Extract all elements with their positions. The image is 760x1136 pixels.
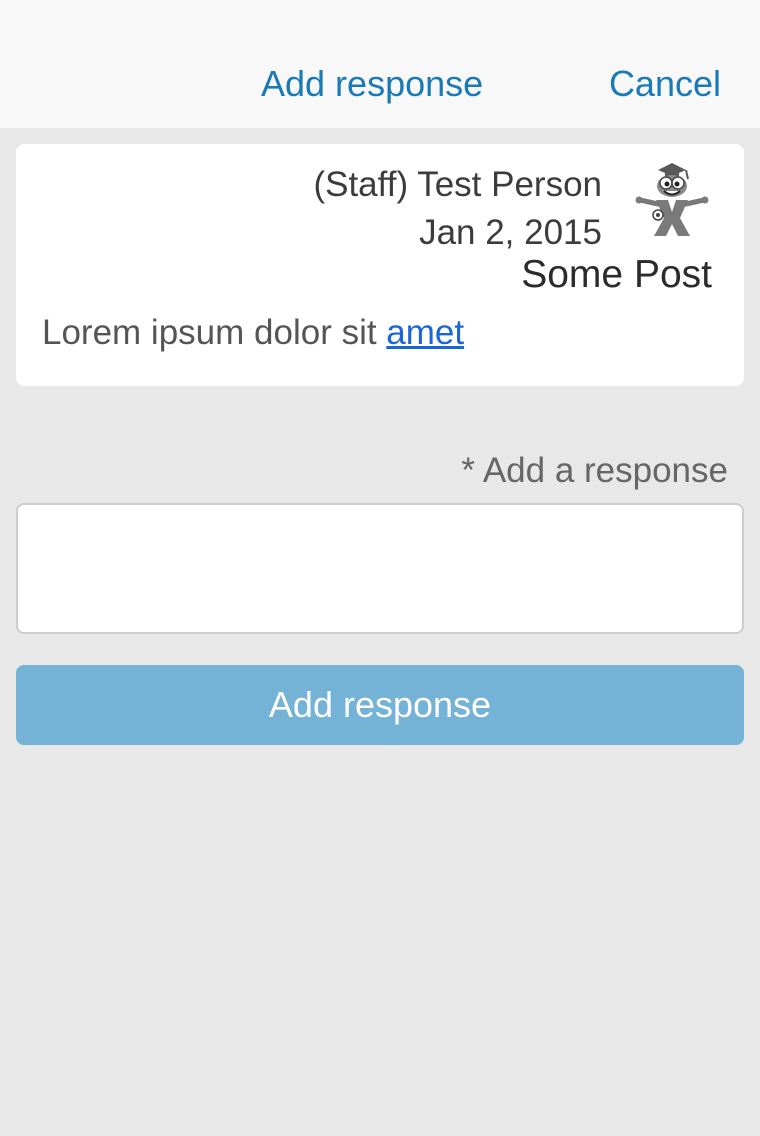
nav-bar: Add response Cancel <box>0 0 760 128</box>
post-body-link[interactable]: amet <box>386 313 464 352</box>
post-author: (Staff) Test Person <box>313 165 602 204</box>
response-input[interactable] <box>16 503 744 634</box>
post-card: (Staff) Test Person Jan 2, 2015 Some Pos… <box>16 144 744 386</box>
mascot-avatar-icon <box>632 160 712 244</box>
post-date: Jan 2, 2015 <box>419 213 602 252</box>
nav-title: Add response <box>261 63 484 104</box>
cancel-button[interactable]: Cancel <box>609 62 721 106</box>
post-body-text: Lorem ipsum dolor sit <box>42 313 387 352</box>
post-body: Lorem ipsum dolor sit amet <box>42 312 464 354</box>
post-title: Some Post <box>521 253 712 296</box>
response-label: * Add a response <box>461 451 728 490</box>
add-response-button[interactable]: Add response <box>16 665 744 745</box>
